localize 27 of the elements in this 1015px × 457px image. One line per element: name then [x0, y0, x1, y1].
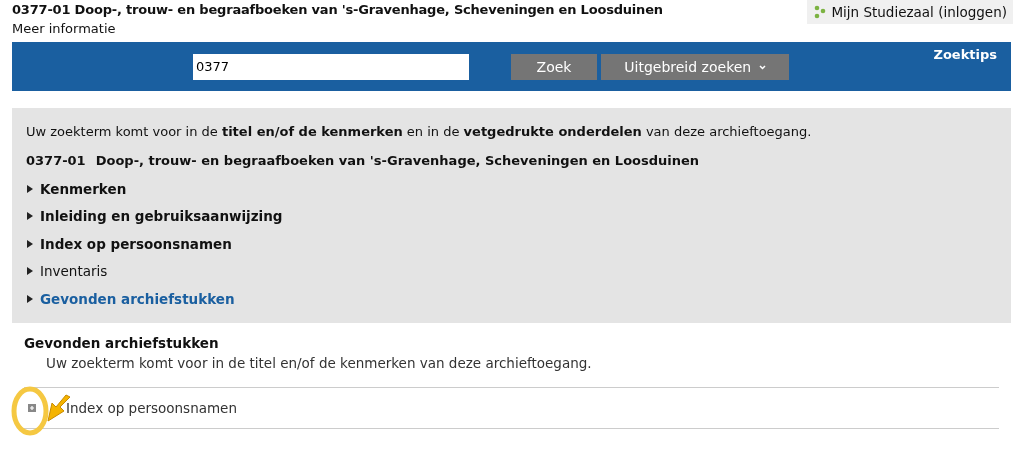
- search-button[interactable]: Zoek: [511, 53, 597, 80]
- plus-box-icon[interactable]: [28, 403, 36, 412]
- caret-right-icon[interactable]: [26, 212, 33, 221]
- section-link[interactable]: Inleiding en gebruiksaanwijzing: [40, 208, 283, 225]
- section-link[interactable]: Kenmerken: [40, 180, 127, 197]
- search-tips-link[interactable]: Zoektips: [933, 47, 997, 62]
- archive-title: Doop-, trouw- en begraafboeken van 's-Gravenhage, Scheveningen en Loosduinen: [95, 153, 700, 168]
- section-link[interactable]: Gevonden archiefstukken: [40, 290, 235, 307]
- caret-right-icon[interactable]: [26, 239, 33, 248]
- caret-right-icon[interactable]: [26, 267, 33, 276]
- result-intro: Uw zoekterm komt voor in de titel en/of de kenmerken en in de vetgedrukte onderdelen van deze archieftoegang.: [26, 124, 813, 139]
- section-heading: Gevonden archiefstukken: [24, 334, 220, 351]
- tree-item[interactable]: Index op persoonsnamen: [66, 399, 237, 416]
- section-link[interactable]: Index op persoonsnamen: [40, 235, 232, 252]
- archive-code: 0377-01: [26, 153, 86, 168]
- result-note: Uw zoekterm komt voor in de titel en/of de kenmerken van deze archieftoegang.: [46, 354, 593, 371]
- caret-right-icon[interactable]: [26, 294, 33, 303]
- section-link[interactable]: Inventaris: [40, 263, 108, 280]
- dots-icon: [813, 5, 828, 19]
- advanced-search-button[interactable]: Uitgebreid zoeken: [601, 53, 789, 80]
- caret-right-icon[interactable]: [26, 184, 33, 193]
- login-link[interactable]: Mijn Studiezaal (inloggen): [807, 0, 1013, 24]
- search-field[interactable]: 0377: [193, 53, 469, 80]
- chevron-down-icon: [758, 65, 766, 70]
- archive-title: 0377-01 Doop-, trouw- en begraafboeken van 's-Gravenhage, Scheveningen en Loosduinen: [12, 1, 663, 17]
- more-info-link[interactable]: Meer informatie: [12, 21, 116, 36]
- highlight-circle: [10, 384, 50, 437]
